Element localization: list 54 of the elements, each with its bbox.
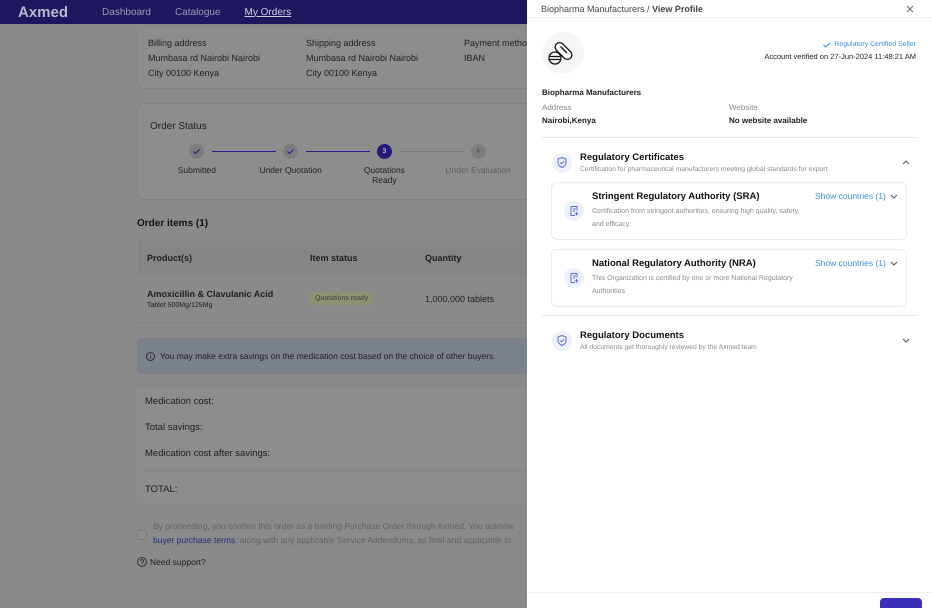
nav-link[interactable]: My Orders [244, 6, 292, 18]
document-icon [570, 273, 578, 283]
order-items-title: Order items (1) [137, 218, 210, 229]
check-icon [193, 149, 200, 154]
brand-logo[interactable]: Axmed [18, 4, 68, 20]
address-line: Mumbasa rd Nairobi Nairobi [306, 53, 420, 63]
summary-label: Medication cost after savings: [145, 448, 272, 459]
nav-link[interactable]: Catalogue [174, 6, 221, 18]
address-line: IBAN [464, 53, 486, 63]
help-icon [137, 557, 147, 567]
chevron-down-icon [902, 338, 910, 343]
field-label: Address [542, 103, 572, 112]
info-icon [146, 352, 155, 360]
shield-check-icon [557, 157, 567, 168]
address-line: City 00100 Kenya [306, 68, 378, 78]
total-label: TOTAL: [145, 484, 178, 495]
close-icon[interactable] [906, 4, 914, 12]
address-line: Mumbasa rd Nairobi Nairobi [148, 53, 262, 63]
column-header: Product(s) [147, 253, 193, 263]
certificate-title: Stringent Regulatory Authority (SRA) [592, 191, 760, 202]
address-line: City 00100 Kenya [148, 68, 220, 78]
document-icon [570, 206, 578, 216]
shield-check-icon [557, 335, 567, 346]
address-label: Billing address [148, 38, 208, 48]
footer-button[interactable] [880, 598, 922, 608]
drawer-breadcrumb: Biopharma Manufacturers / View Profile [541, 4, 703, 14]
address-label: Shipping address [306, 38, 377, 48]
chevron-up-icon [902, 160, 910, 165]
field-label: Website [729, 103, 759, 112]
address-label: Payment metho [464, 38, 527, 48]
quantity-cell-text: 1,000,000 tablets [425, 294, 496, 304]
info-text: You may make extra savings on the medication cost based on the choice of other buyers. [160, 351, 496, 361]
check-icon [287, 149, 294, 154]
step-label: Quotations Ready [362, 165, 406, 185]
step-label: Submitted [176, 165, 218, 175]
chevron-down-icon [890, 194, 898, 198]
seller-name: Biopharma Manufacturers [542, 88, 642, 97]
column-header: Item status [310, 253, 359, 263]
show-countries-link[interactable]: Show countries (1) [815, 191, 898, 201]
column-header: Quantity [425, 253, 463, 263]
check-icon [823, 42, 832, 48]
summary-label: Total savings: [145, 422, 204, 433]
show-countries-link[interactable]: Show countries (1) [815, 258, 898, 268]
product-name: Amoxicillin & Clavulanic Acid [147, 288, 274, 298]
terms-link[interactable]: buyer purchase terms [153, 535, 236, 545]
order-status-title: Order Status [150, 121, 207, 132]
certificate-title: National Regulatory Authority (NRA) [592, 258, 757, 269]
step-label: Under Quotation [258, 165, 323, 175]
support-link[interactable]: Need support? [150, 557, 206, 567]
summary-label: Medication cost: [145, 396, 215, 407]
nav-link[interactable]: Dashboard [102, 6, 151, 18]
field-value: No website available [729, 116, 808, 125]
chevron-down-icon [890, 260, 898, 266]
field-value: Nairobi,Kenya [542, 116, 597, 125]
